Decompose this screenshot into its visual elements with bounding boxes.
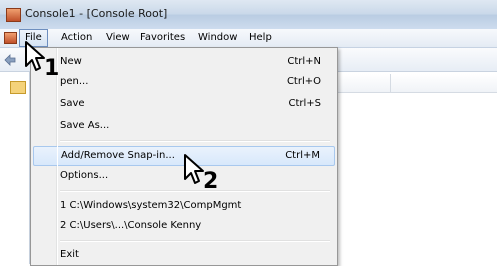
- console-tree-pane: [0, 72, 30, 264]
- menu-item-label: 2 C:\Users\...\Console Kenny: [60, 220, 202, 231]
- menu-item-new[interactable]: New Ctrl+N: [33, 52, 335, 72]
- step-number-1: 1: [44, 56, 60, 81]
- mmc-app-icon: [6, 8, 21, 22]
- menu-action[interactable]: Action: [56, 30, 97, 46]
- column-header: [330, 74, 497, 93]
- title-bar: Console1 - [Console Root]: [0, 0, 497, 30]
- menu-item-open[interactable]: pen... Ctrl+O: [33, 72, 335, 92]
- menu-item-shortcut: Ctrl+M: [285, 150, 320, 161]
- menu-item-label: Add/Remove Snap-in...: [61, 150, 175, 161]
- menu-item-label: Options...: [60, 170, 109, 181]
- mouse-pointer-icon: [184, 154, 204, 184]
- menu-bar: File Action View Favorites Window Help: [0, 29, 497, 48]
- menu-item-shortcut: Ctrl+N: [287, 56, 321, 67]
- column-divider: [390, 74, 391, 92]
- menu-favorites[interactable]: Favorites: [135, 30, 190, 46]
- step-number-2: 2: [203, 169, 219, 194]
- menu-separator: [60, 190, 330, 192]
- menu-item-exit[interactable]: Exit: [33, 245, 335, 265]
- menu-item-label: pen...: [60, 76, 89, 87]
- mouse-pointer-icon: [25, 41, 45, 71]
- menu-item-save-as[interactable]: Save As...: [33, 116, 335, 136]
- window-title: Console1 - [Console Root]: [25, 7, 168, 20]
- menu-help[interactable]: Help: [244, 30, 277, 46]
- menu-item-label: Exit: [60, 249, 79, 260]
- menu-item-label: 1 C:\Windows\system32\CompMgmt: [60, 200, 242, 211]
- system-menu-icon[interactable]: [4, 32, 17, 44]
- menu-item-shortcut: Ctrl+O: [286, 76, 321, 87]
- menu-separator: [60, 240, 330, 242]
- menu-separator: [60, 140, 330, 142]
- menu-item-label: Save: [60, 98, 85, 109]
- menu-item-save[interactable]: Save Ctrl+S: [33, 94, 335, 114]
- back-arrow-icon[interactable]: [4, 54, 16, 66]
- menu-item-label: Save As...: [60, 120, 110, 131]
- menu-item-label: New: [60, 56, 82, 67]
- menu-item-shortcut: Ctrl+S: [288, 98, 321, 109]
- menu-item-recent-1[interactable]: 1 C:\Windows\system32\CompMgmt: [33, 196, 335, 216]
- menu-item-recent-2[interactable]: 2 C:\Users\...\Console Kenny: [33, 216, 335, 236]
- menu-view[interactable]: View: [101, 30, 135, 46]
- menu-window[interactable]: Window: [193, 30, 242, 46]
- folder-icon: [10, 81, 26, 94]
